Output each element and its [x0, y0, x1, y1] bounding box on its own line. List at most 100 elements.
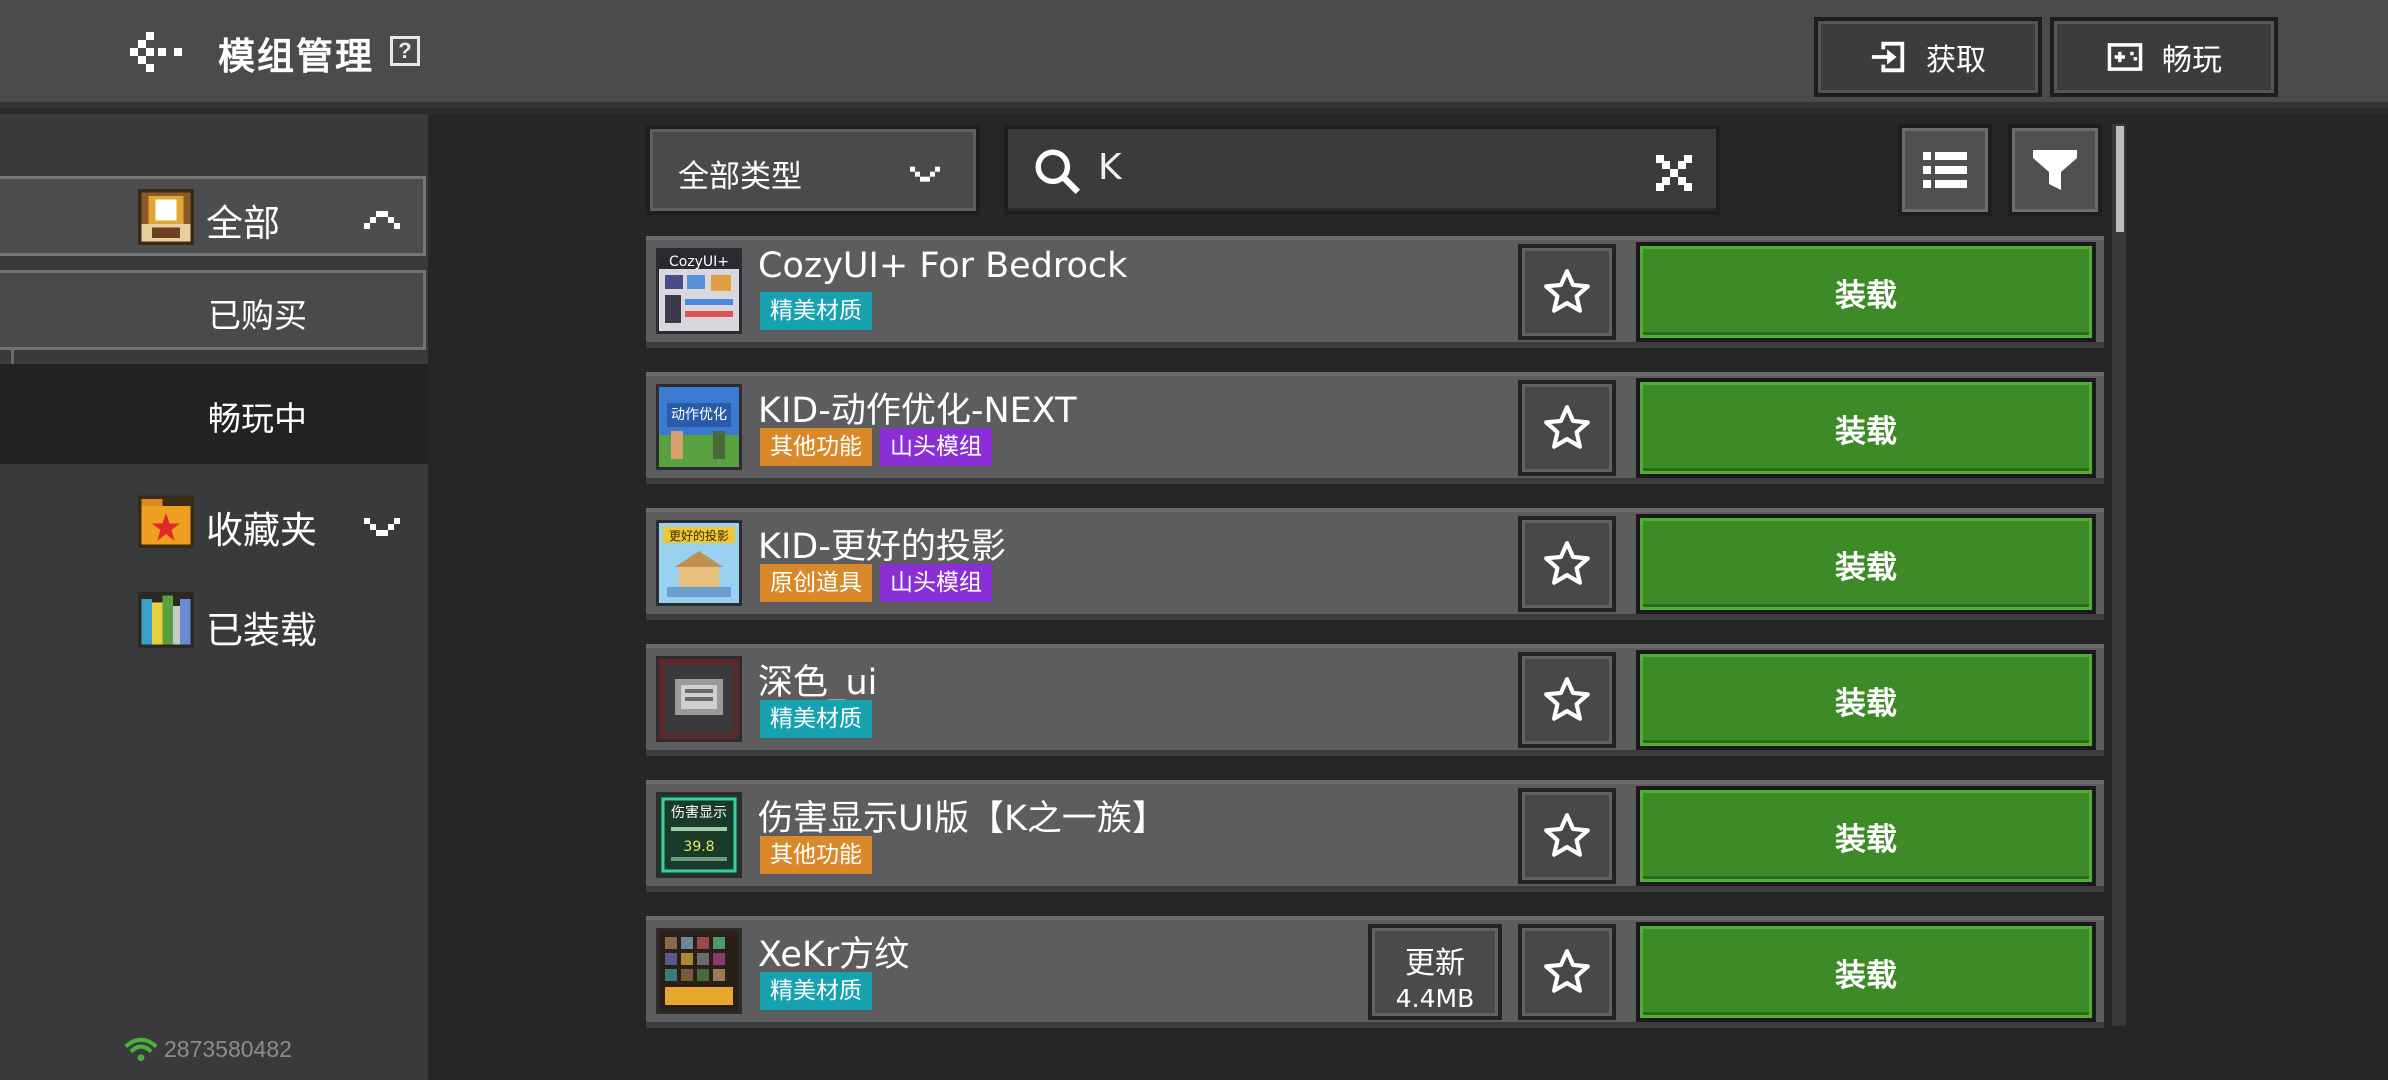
help-icon[interactable]: ? [390, 36, 420, 66]
sidebar-item-installed[interactable]: 已装载 [0, 580, 428, 666]
favorite-button[interactable] [1518, 652, 1616, 748]
star-icon [1544, 541, 1590, 585]
search-input[interactable] [1098, 147, 1618, 188]
mod-tags: 原创道具 山头模组 [760, 564, 992, 602]
svg-text:动作优化: 动作优化 [671, 407, 727, 423]
mod-title: KID-更好的投影 [758, 527, 1006, 567]
mod-tag: 其他功能 [760, 428, 872, 466]
wifi-icon [124, 1037, 158, 1061]
sidebar-item-bought-label: 已购买 [208, 296, 307, 335]
mod-thumbnail [656, 656, 742, 742]
install-button[interactable]: 装载 [1636, 786, 2096, 886]
favorite-button[interactable] [1518, 924, 1616, 1020]
sidebar: 全部 已购买 畅玩中 收藏夹 已装载 2873580482 [0, 114, 428, 1080]
favorite-button[interactable] [1518, 516, 1616, 612]
filter-button[interactable] [2008, 124, 2102, 216]
favorite-button[interactable] [1518, 380, 1616, 476]
mod-row[interactable]: 深色_ui 精美材质 装载 [646, 644, 2104, 756]
search-icon [1035, 149, 1081, 195]
gamepad-icon [2107, 43, 2143, 71]
play-button-label: 畅玩 [2162, 43, 2222, 78]
mod-tags: 其他功能 [760, 836, 872, 874]
search-box [1004, 125, 1720, 215]
svg-text:更好的投影: 更好的投影 [669, 528, 729, 543]
favorite-button[interactable] [1518, 788, 1616, 884]
mod-tag: 山头模组 [880, 564, 992, 602]
sidebar-item-playing[interactable]: 畅玩中 [0, 364, 428, 464]
mod-tag: 其他功能 [760, 836, 872, 874]
clear-search-icon[interactable] [1656, 155, 1692, 191]
mod-row[interactable]: CozyUI+ CozyUI+ For Bedrock 精美材质 装载 [646, 236, 2104, 348]
svg-text:伤害显示: 伤害显示 [671, 805, 727, 821]
chevron-down-icon[interactable] [364, 516, 400, 540]
sidebar-item-favorites-label: 收藏夹 [206, 509, 317, 552]
mod-thumbnail: CozyUI+ [656, 248, 742, 334]
mod-tag: 原创道具 [760, 564, 872, 602]
chest-icon [138, 189, 194, 245]
install-button[interactable]: 装载 [1636, 922, 2096, 1022]
mod-row[interactable]: 伤害显示 39.8 伤害显示UI版【K之一族】 其他功能 装载 [646, 780, 2104, 892]
install-button[interactable]: 装载 [1636, 242, 2096, 342]
mod-thumbnail [656, 928, 742, 1014]
mod-title: XeKr方纹 [758, 935, 910, 975]
update-button[interactable]: 更新 4.4MB [1368, 924, 1502, 1020]
page-title: 模组管理 [218, 35, 374, 78]
account-info: 2873580482 [124, 1036, 292, 1063]
sidebar-item-playing-label: 畅玩中 [208, 399, 307, 438]
mod-title: 伤害显示UI版【K之一族】 [758, 799, 1167, 839]
update-size: 4.4MB [1395, 984, 1475, 1013]
mod-row[interactable]: XeKr方纹 精美材质 更新 4.4MB 装载 [646, 916, 2104, 1028]
star-icon [1544, 813, 1590, 857]
update-label: 更新 [1405, 946, 1465, 981]
filter-icon [2033, 150, 2077, 190]
sidebar-item-favorites[interactable]: 收藏夹 [0, 478, 428, 564]
type-filter-select[interactable]: 全部类型 [646, 125, 980, 215]
mod-title: CozyUI+ For Bedrock [758, 246, 1128, 286]
mod-tags: 精美材质 [760, 700, 872, 738]
mod-tag: 精美材质 [760, 700, 872, 738]
mod-thumbnail: 伤害显示 39.8 [656, 792, 742, 878]
mod-tags: 其他功能 山头模组 [760, 428, 992, 466]
top-bar: 模组管理 ? 获取 畅玩 [0, 0, 2388, 108]
mod-tags: 精美材质 [760, 292, 872, 330]
mod-tag: 山头模组 [880, 428, 992, 466]
type-filter-value: 全部类型 [678, 159, 802, 195]
sidebar-item-installed-label: 已装载 [206, 609, 317, 652]
mod-tags: 精美材质 [760, 972, 872, 1010]
chevron-down-icon [910, 166, 940, 182]
scrollbar-thumb[interactable] [2116, 126, 2124, 232]
bookshelf-icon [138, 592, 194, 648]
sidebar-item-all[interactable]: 全部 [0, 176, 426, 256]
install-button[interactable]: 装载 [1636, 514, 2096, 614]
play-button[interactable]: 畅玩 [2050, 17, 2278, 97]
account-id: 2873580482 [164, 1036, 292, 1062]
star-icon [1544, 949, 1590, 993]
get-button-label: 获取 [1926, 43, 1986, 78]
svg-text:39.8: 39.8 [683, 839, 714, 855]
sidebar-item-bought[interactable]: 已购买 [0, 270, 426, 350]
list-icon [1923, 152, 1967, 188]
mod-row[interactable]: 动作优化 KID-动作优化-NEXT 其他功能 山头模组 装载 [646, 372, 2104, 484]
favorite-button[interactable] [1518, 244, 1616, 340]
list-view-button[interactable] [1898, 124, 1992, 216]
sidebar-item-all-label: 全部 [206, 202, 280, 245]
mod-tag: 精美材质 [760, 292, 872, 330]
mod-tag: 精美材质 [760, 972, 872, 1010]
mod-thumbnail: 更好的投影 [656, 520, 742, 606]
get-button[interactable]: 获取 [1814, 17, 2042, 97]
mod-title: 深色_ui [758, 663, 878, 703]
mod-row[interactable]: 更好的投影 KID-更好的投影 原创道具 山头模组 装载 [646, 508, 2104, 620]
import-icon [1871, 41, 1905, 73]
install-button[interactable]: 装载 [1636, 650, 2096, 750]
install-button[interactable]: 装载 [1636, 378, 2096, 478]
back-icon[interactable] [130, 30, 182, 74]
mod-title: KID-动作优化-NEXT [758, 391, 1077, 431]
scrollbar-track[interactable] [2112, 124, 2126, 1026]
svg-text:CozyUI+: CozyUI+ [669, 254, 729, 270]
star-icon [1544, 677, 1590, 721]
chevron-up-icon[interactable] [364, 207, 400, 231]
mod-thumbnail: 动作优化 [656, 384, 742, 470]
star-icon [1544, 405, 1590, 449]
star-icon [1544, 269, 1590, 313]
favorites-folder-icon [138, 495, 194, 548]
